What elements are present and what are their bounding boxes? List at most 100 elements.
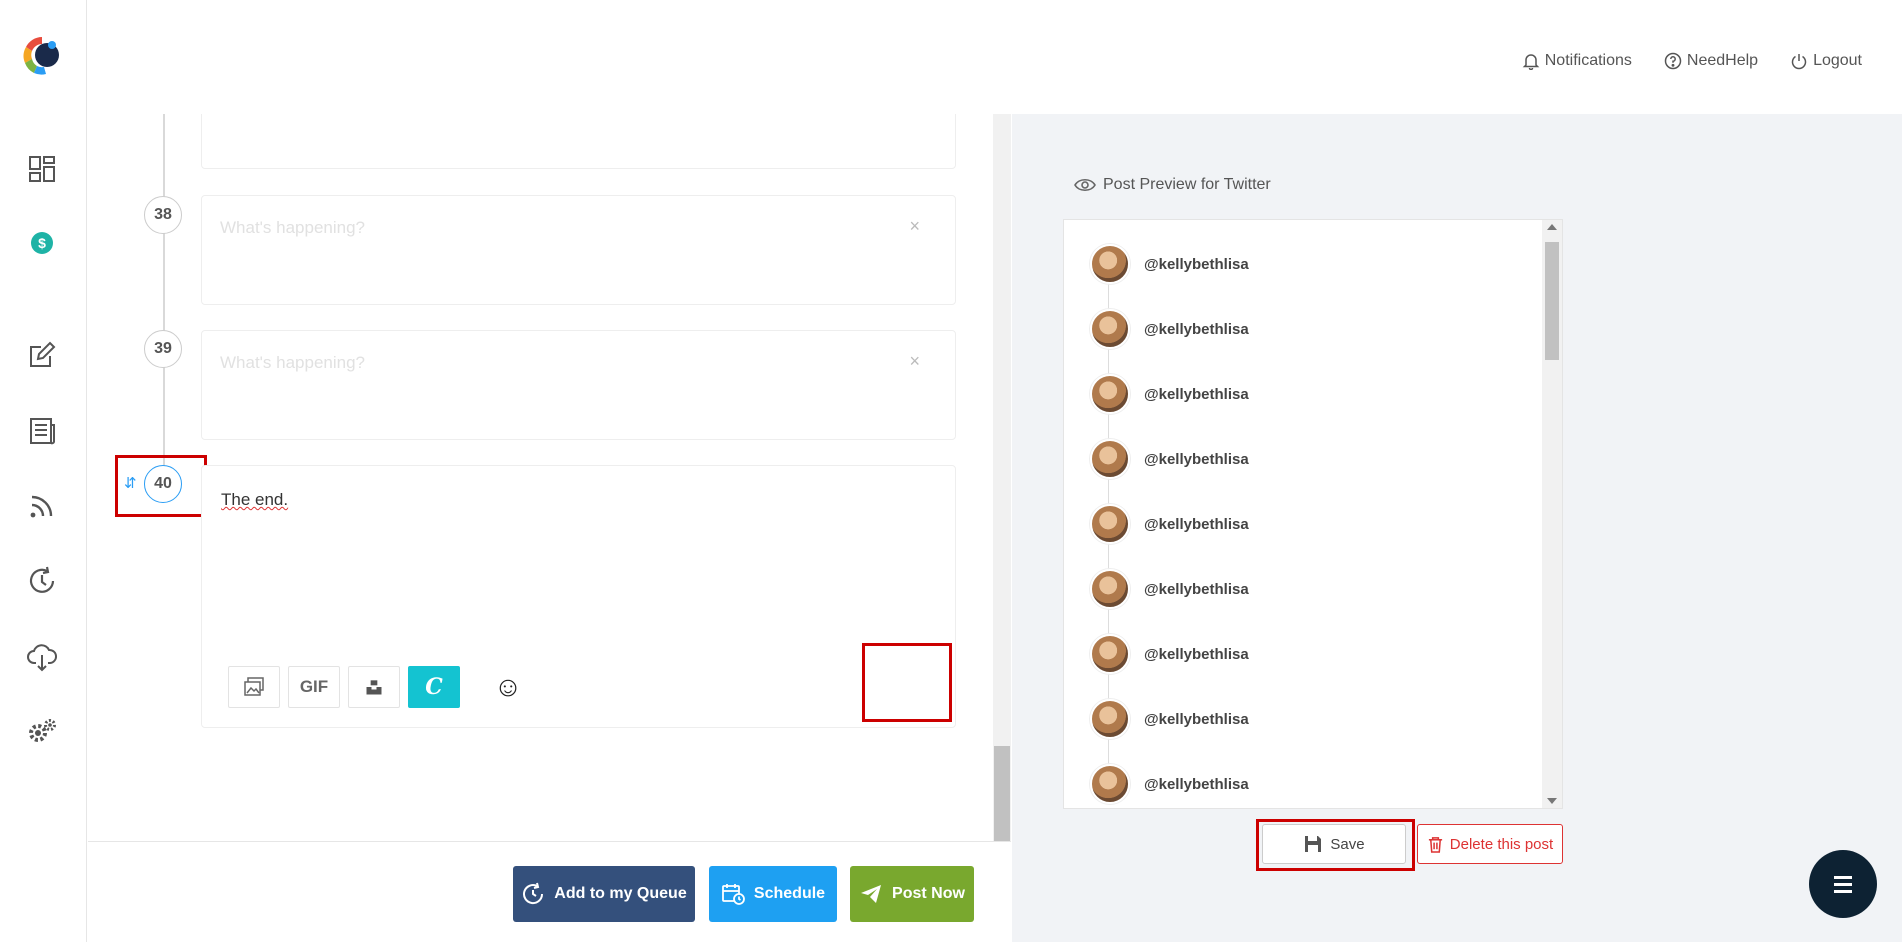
delete-post-button[interactable]: Delete this post [1417, 824, 1563, 864]
schedule-button[interactable]: Schedule [709, 866, 837, 922]
unsplash-button[interactable] [348, 666, 400, 708]
canva-button[interactable]: C [408, 666, 460, 708]
calendar-clock-icon [722, 884, 745, 905]
notifications-label: Notifications [1544, 52, 1632, 69]
emoji-icon[interactable]: ☺ [482, 666, 534, 708]
avatar [1090, 504, 1130, 544]
preview-item: @kellybethlisa [1090, 569, 1249, 609]
article-icon[interactable] [24, 413, 60, 449]
preview-handle: @kellybethlisa [1144, 450, 1249, 468]
save-button[interactable]: Save [1262, 824, 1406, 864]
preview-handle: @kellybethlisa [1144, 580, 1249, 598]
media-toolbar: GIF C ☺ [228, 666, 534, 708]
preview-title: Post Preview for Twitter [1074, 174, 1271, 196]
menu-fab-button[interactable] [1809, 850, 1877, 918]
help-circle-icon [1664, 52, 1682, 70]
rss-icon[interactable] [24, 488, 60, 524]
preview-item: @kellybethlisa [1090, 374, 1249, 414]
tweet-box-38[interactable]: What's happening? × [201, 195, 956, 305]
avatar [1090, 439, 1130, 479]
scroll-up-arrow-icon[interactable] [1547, 224, 1557, 230]
gif-button[interactable]: GIF [288, 666, 340, 708]
preview-item: @kellybethlisa [1090, 764, 1249, 804]
preview-handle: @kellybethlisa [1144, 710, 1249, 728]
preview-handle: @kellybethlisa [1144, 255, 1249, 273]
help-label: NeedHelp [1686, 52, 1759, 69]
power-icon [1791, 54, 1807, 70]
avatar [1090, 374, 1130, 414]
svg-text:$: $ [38, 235, 46, 251]
tweet-box-40[interactable]: The end. GIF C ☺ [201, 465, 956, 728]
app-logo[interactable] [20, 33, 64, 77]
tweet-text[interactable]: The end. [221, 490, 288, 510]
preview-handle: @kellybethlisa [1144, 645, 1249, 663]
scrollbar-thumb[interactable] [994, 746, 1010, 841]
preview-handle: @kellybethlisa [1144, 320, 1249, 338]
tweet-text-content: The end. [221, 490, 289, 509]
thread-number-38: 38 [144, 196, 182, 234]
image-upload-button[interactable] [228, 666, 280, 708]
recycle-clock-icon[interactable] [24, 563, 60, 599]
post-now-button[interactable]: Post Now [850, 866, 974, 922]
compose-icon[interactable] [24, 337, 60, 373]
preview-scrollbar[interactable] [1542, 220, 1562, 808]
add-to-queue-label: Add to my Queue [554, 885, 687, 902]
tweet-placeholder: What's happening? [220, 218, 366, 237]
eye-icon [1074, 178, 1096, 192]
tweet-box-previous[interactable] [201, 114, 956, 169]
highlight-box [115, 455, 207, 517]
paper-plane-icon [861, 885, 882, 903]
action-bar: Add to my Queue Schedule Post Now [88, 841, 1011, 942]
preview-item: @kellybethlisa [1090, 244, 1249, 284]
avatar [1090, 764, 1130, 804]
avatar [1090, 699, 1130, 739]
preview-item: @kellybethlisa [1090, 504, 1249, 544]
top-links: Notifications NeedHelp Logout [1522, 52, 1862, 70]
logout-link[interactable]: Logout [1790, 52, 1862, 70]
dollar-icon[interactable]: $ [24, 225, 60, 261]
settings-gears-icon[interactable] [24, 713, 60, 749]
close-icon[interactable]: × [909, 216, 920, 237]
bell-icon [1522, 54, 1540, 70]
highlight-box [862, 643, 952, 722]
trash-icon [1428, 836, 1442, 853]
floppy-disk-icon [1305, 836, 1322, 852]
queue-clock-icon [523, 882, 544, 905]
avatar [1090, 244, 1130, 284]
post-now-label: Post Now [892, 885, 965, 902]
image-icon [244, 677, 264, 696]
avatar [1090, 309, 1130, 349]
thread-number-39: 39 [144, 330, 182, 368]
thread-editor: 38 What's happening? × 39 What's happeni… [88, 114, 993, 841]
preview-handle: @kellybethlisa [1144, 385, 1249, 403]
thread-timeline [163, 114, 165, 474]
tweet-placeholder: What's happening? [220, 353, 366, 372]
avatar [1090, 569, 1130, 609]
avatar [1090, 634, 1130, 674]
logout-label: Logout [1813, 52, 1862, 69]
notifications-link[interactable]: Notifications [1522, 52, 1632, 70]
top-bar: Notifications NeedHelp Logout [88, 0, 1902, 114]
schedule-label: Schedule [753, 885, 826, 902]
menu-icon [1834, 876, 1852, 879]
dashboard-icon[interactable] [24, 151, 60, 187]
tweet-box-39[interactable]: What's happening? × [201, 330, 956, 440]
sidebar: $ [0, 0, 87, 942]
cloud-download-icon[interactable] [24, 639, 60, 675]
menu-icon [1834, 890, 1852, 893]
menu-icon [1834, 883, 1852, 886]
preview-box: @kellybethlisa @kellybethlisa @kellybeth… [1063, 219, 1563, 809]
add-to-queue-button[interactable]: Add to my Queue [513, 866, 695, 922]
help-link[interactable]: NeedHelp [1664, 52, 1758, 70]
delete-post-label: Delete this post [1449, 835, 1554, 853]
editor-scrollbar[interactable] [993, 114, 1011, 841]
save-label: Save [1330, 835, 1365, 853]
scroll-down-arrow-icon[interactable] [1547, 798, 1557, 804]
preview-handle: @kellybethlisa [1144, 515, 1249, 533]
preview-item: @kellybethlisa [1090, 699, 1249, 739]
scrollbar-thumb[interactable] [1545, 242, 1559, 360]
close-icon[interactable]: × [909, 351, 920, 372]
preview-handle: @kellybethlisa [1144, 775, 1249, 793]
preview-item: @kellybethlisa [1090, 634, 1249, 674]
preview-title-label: Post Preview for Twitter [1103, 176, 1271, 193]
